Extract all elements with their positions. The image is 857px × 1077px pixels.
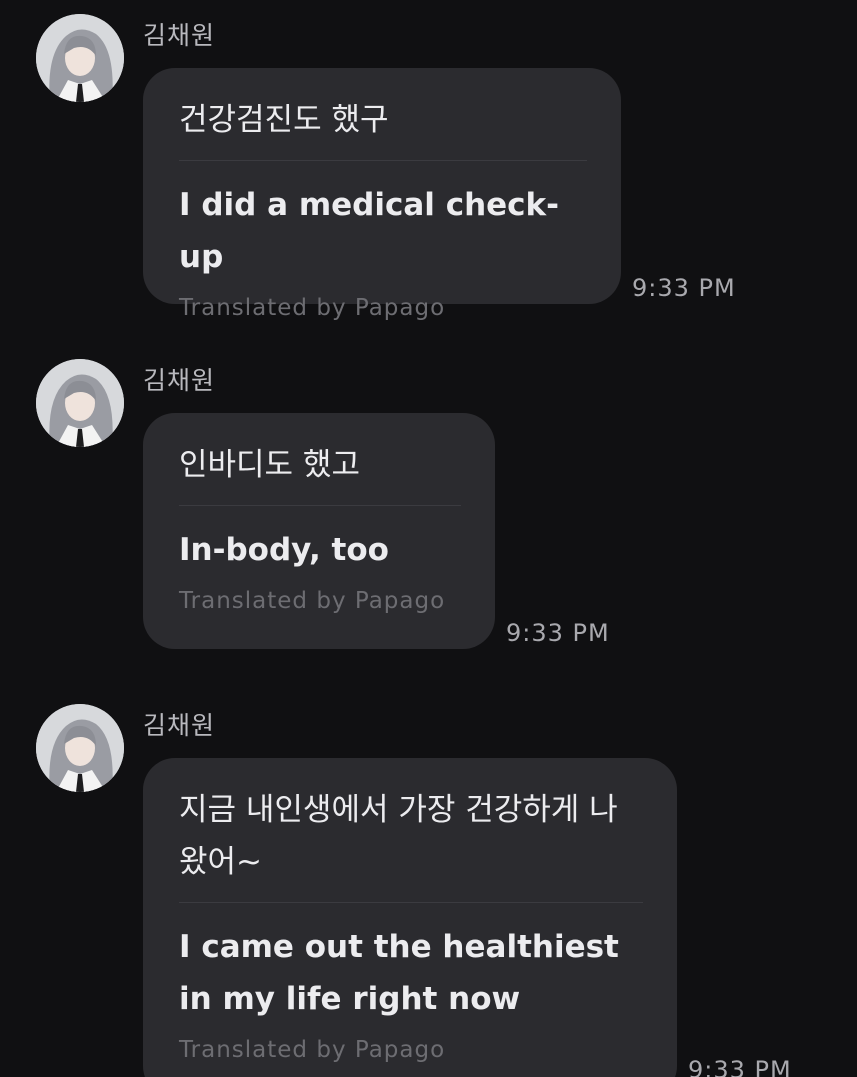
timestamp: 9:33 PM: [632, 274, 736, 302]
divider: [179, 160, 587, 161]
translated-text: I came out the healthiest in my life rig…: [179, 929, 619, 1017]
translated-text: In-body, too: [179, 532, 389, 568]
sender-name: 김채원: [143, 366, 216, 395]
translation-credit: Translated by Papago: [179, 295, 446, 321]
divider: [179, 902, 643, 903]
profile-photo-icon: [36, 14, 124, 102]
profile-photo-icon: [36, 359, 124, 447]
profile-photo-icon: [36, 704, 124, 792]
message-bubble[interactable]: 건강검진도 했구 I did a medical check-up Transl…: [143, 68, 621, 321]
translated-text: I did a medical check-up: [179, 187, 560, 275]
sender-name: 김채원: [143, 711, 216, 740]
avatar[interactable]: [36, 704, 124, 792]
translation-credit: Translated by Papago: [179, 588, 446, 614]
message-bubble[interactable]: 인바디도 했고 In-body, too Translated by Papag…: [143, 413, 495, 649]
sender-name: 김채원: [143, 21, 216, 50]
original-text: 인바디도 했고: [179, 447, 360, 483]
timestamp: 9:33 PM: [506, 619, 610, 647]
avatar[interactable]: [36, 14, 124, 102]
original-text: 건강검진도 했구: [179, 102, 389, 138]
message-bubble[interactable]: 지금 내인생에서 가장 건강하게 나 왔어~ I came out the he…: [143, 758, 677, 1077]
avatar[interactable]: [36, 359, 124, 447]
divider: [179, 505, 461, 506]
timestamp: 9:33 PM: [688, 1056, 792, 1077]
original-text: 지금 내인생에서 가장 건강하게 나 왔어~: [179, 792, 618, 880]
translation-credit: Translated by Papago: [179, 1037, 446, 1063]
chat-thread: 김채원 건강검진도 했구 I did a medical check-up Tr…: [0, 0, 857, 1077]
